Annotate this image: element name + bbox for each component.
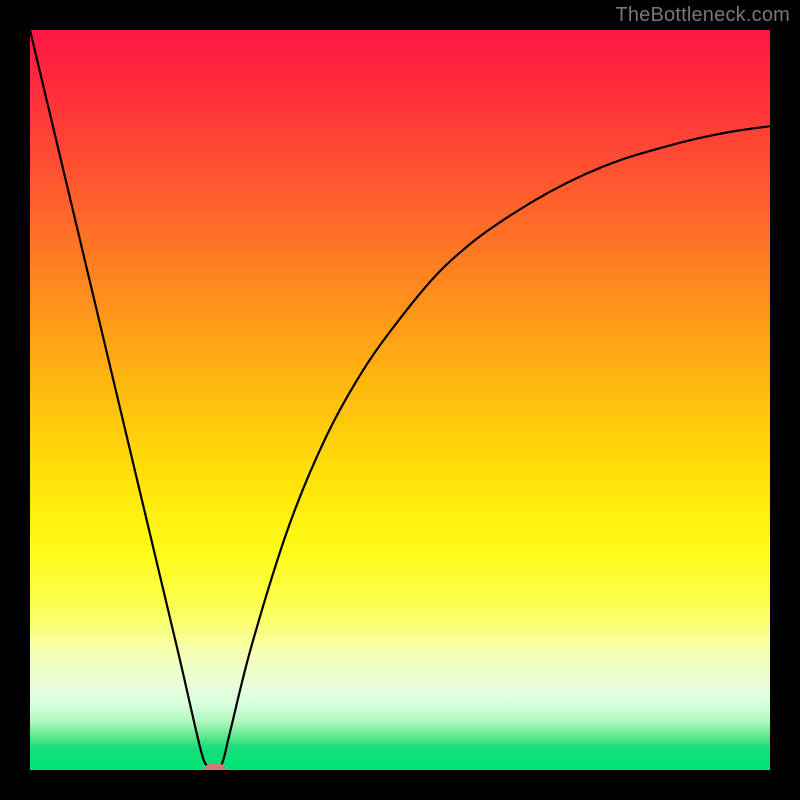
optimum-marker <box>204 764 226 770</box>
chart-frame: TheBottleneck.com <box>0 0 800 800</box>
plot-area <box>30 30 770 770</box>
severity-gradient <box>30 30 770 770</box>
watermark-text: TheBottleneck.com <box>615 4 790 27</box>
